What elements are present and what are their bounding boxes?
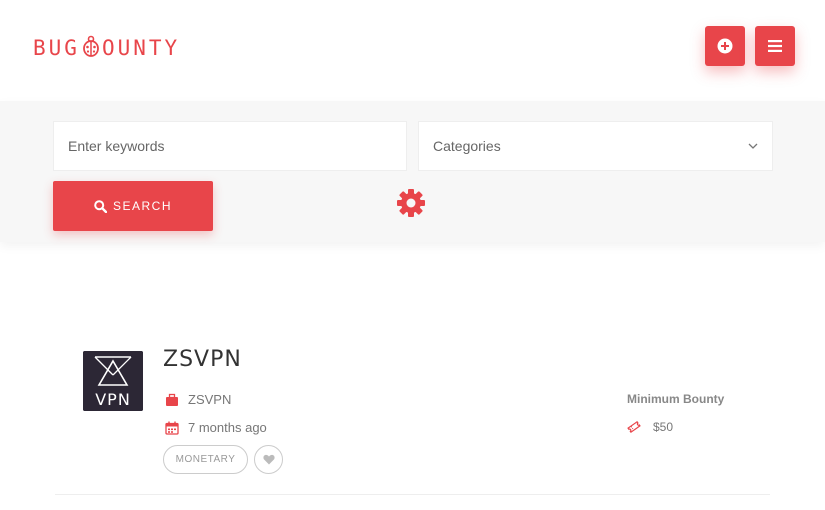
minimum-bounty-label: Minimum Bounty <box>627 392 725 406</box>
categories-value: Categories <box>433 138 501 154</box>
plus-circle-icon <box>717 38 733 54</box>
search-button[interactable]: Search <box>53 181 213 231</box>
listing-logo-text: VPN <box>95 390 131 409</box>
minimum-bounty: $50 <box>627 420 673 434</box>
listing-tag[interactable]: MONETARY <box>163 445 248 474</box>
chevron-down-icon <box>748 143 758 149</box>
search-icon <box>94 199 107 213</box>
listing-logo[interactable]: VPN <box>83 351 143 411</box>
briefcase-icon <box>166 393 178 406</box>
gear-icon[interactable] <box>396 188 426 218</box>
categories-select[interactable]: Categories <box>418 121 773 171</box>
logo-text-prefix: BUG <box>33 36 80 60</box>
listing-posted: 7 months ago <box>165 420 267 435</box>
minimum-bounty-value: $50 <box>653 420 674 434</box>
keywords-input[interactable]: Enter keywords <box>53 121 407 171</box>
site-logo[interactable]: BUG OUNTY <box>33 35 180 62</box>
ticket-icon <box>627 420 641 434</box>
listing-company: ZSVPN <box>165 392 231 407</box>
listing-posted-time: 7 months ago <box>188 420 267 435</box>
menu-button[interactable] <box>755 26 795 66</box>
calendar-icon <box>165 421 179 435</box>
listing-title[interactable]: ZSVPN <box>163 347 242 372</box>
logo-text-suffix: OUNTY <box>101 36 181 60</box>
favorite-button[interactable] <box>254 445 283 474</box>
listing-company-name: ZSVPN <box>188 392 232 407</box>
add-listing-button[interactable] <box>705 26 745 66</box>
listing-item[interactable]: VPN ZSVPN ZSVPN 7 months ago MONETARY Mi… <box>55 340 770 495</box>
search-button-label: Search <box>112 199 172 213</box>
keywords-placeholder: Enter keywords <box>68 138 165 154</box>
hamburger-icon <box>768 40 782 52</box>
ladybug-icon <box>82 35 100 62</box>
heart-icon <box>262 454 275 465</box>
site-header: BUG OUNTY <box>0 0 825 101</box>
